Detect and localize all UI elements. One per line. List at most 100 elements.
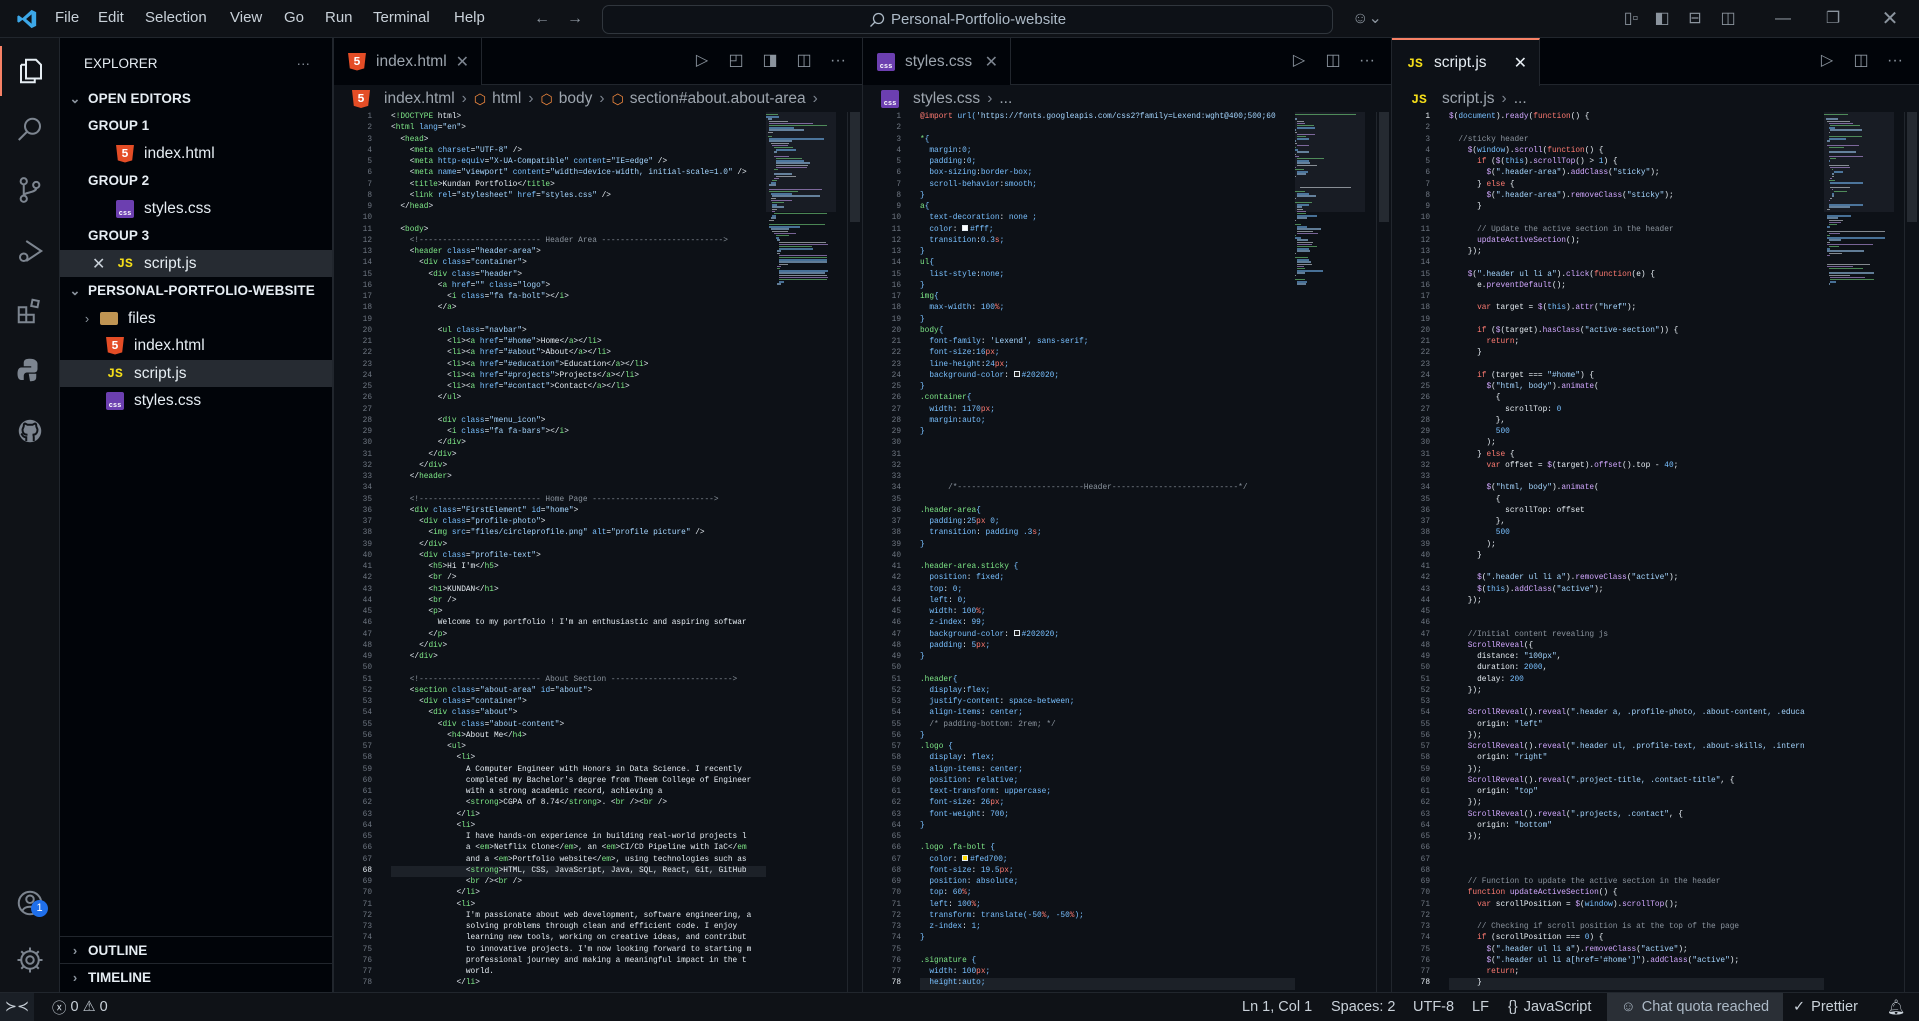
close-icon[interactable]: ✕ [92,254,116,274]
toggle-sidebar-icon[interactable]: ◧ [1652,9,1672,29]
search-view-icon[interactable] [0,105,60,155]
extensions-icon[interactable] [0,286,60,336]
more-actions-icon[interactable]: ··· [828,51,848,71]
code-line: scrollTop: offset [1449,506,1585,515]
breadcrumb-item[interactable]: styles.css [913,90,980,108]
minimap[interactable] [1824,112,1894,992]
minimap-line [1833,191,1848,193]
tree-item-script-js[interactable]: JS script.js [60,360,332,387]
line-number: 54 [1420,709,1430,718]
source-control-icon[interactable] [0,165,60,215]
breadcrumb-item[interactable]: script.js [1442,90,1495,108]
tab-html[interactable]: 5 index.html ✕ [334,38,482,85]
menu-go[interactable]: Go [284,9,304,26]
timeline-section[interactable]: › TIMELINE [60,963,332,990]
restore-icon[interactable]: ❐ [1823,9,1843,29]
project-folder-section[interactable]: ⌄ PERSONAL-PORTFOLIO-WEBSITE [60,277,332,304]
vertical-scrollbar[interactable] [1904,112,1918,992]
forward-arrow-icon[interactable]: → [565,9,585,29]
more-actions-icon[interactable]: ··· [1357,51,1377,71]
cursor-position[interactable]: Ln 1, Col 1 [1242,993,1312,1021]
command-center-search[interactable]: Personal-Portfolio-website [602,5,1333,34]
code-line: position: relative; [929,776,1019,785]
outline-section[interactable]: › OUTLINE [60,936,332,963]
breadcrumb-item[interactable]: index.html [384,90,455,108]
vertical-scrollbar[interactable] [1376,112,1390,992]
toggle-secondary-sidebar-icon[interactable]: ◫ [1718,9,1738,29]
breadcrumb-item[interactable]: ... [1514,90,1527,108]
more-actions-icon[interactable]: ··· [1885,51,1905,71]
tab-js[interactable]: JS script.js ✕ [1392,38,1540,86]
menu-selection[interactable]: Selection [145,9,207,26]
problems-indicator[interactable]: ⓧ 0 ⚠ 0 [52,993,108,1021]
minimize-icon[interactable]: — [1773,9,1793,29]
line-number: 57 [891,743,901,751]
settings-gear-icon[interactable] [0,935,60,985]
toggle-panel-icon[interactable]: ⊟ [1685,9,1705,29]
end-of-line[interactable]: LF [1472,993,1489,1021]
tree-item-styles-css[interactable]: css styles.css [60,387,332,414]
copilot-icon[interactable]: ☺⌄ [1350,9,1384,29]
close-icon[interactable]: ✕ [985,52,998,72]
customize-layout-icon[interactable]: ▯▫ [1621,9,1641,29]
open-editor-script-js[interactable]: ✕ JS script.js [60,250,332,277]
indentation[interactable]: Spaces: 2 [1331,993,1396,1021]
scrollbar-thumb[interactable] [1379,112,1389,222]
run-debug-icon[interactable] [0,226,60,276]
minimap[interactable] [1295,112,1365,992]
run-icon[interactable]: ▷ [1817,51,1837,71]
minimap[interactable] [766,112,836,992]
more-actions-icon[interactable]: ··· [297,56,311,71]
breadcrumb-item[interactable]: body [559,90,593,108]
tree-item-index-html[interactable]: 5 index.html [60,332,332,359]
split-editor-icon[interactable]: ◫ [1851,51,1871,71]
github-icon[interactable] [0,406,60,456]
breadcrumb-item[interactable]: ... [999,90,1012,108]
open-editors-section[interactable]: ⌄ OPEN EDITORS [60,85,332,112]
line-number: 39 [891,540,901,549]
breadcrumb-item[interactable]: section#about.about-area [630,90,806,108]
close-icon[interactable]: ✕ [1514,53,1527,73]
minimap-line [1296,239,1308,241]
prettier-status[interactable]: ✓ Prettier [1793,993,1858,1021]
encoding[interactable]: UTF-8 [1413,993,1454,1021]
scrollbar-thumb[interactable] [850,112,860,222]
code-editor[interactable]: 1 @import url('https://fonts.googleapis.c… [863,112,1295,992]
vertical-scrollbar[interactable] [847,112,861,992]
code-editor[interactable]: 1 $(document).ready(function() {2 3 //stic… [1392,112,1824,992]
open-editor-styles-css[interactable]: css styles.css [60,195,332,222]
scrollbar-thumb[interactable] [1907,112,1917,222]
explorer-icon[interactable] [0,46,60,96]
tree-item-files[interactable]: › files [60,305,332,332]
accounts-icon[interactable] [0,878,60,928]
remote-indicator-icon[interactable]: ≻≺ [0,993,34,1021]
breadcrumb-item[interactable]: html [492,90,521,108]
menu-view[interactable]: View [230,9,262,26]
notifications-bell-icon[interactable]: 🔔︎ [1887,993,1905,1021]
code-line: margin:0; [929,146,972,155]
menu-edit[interactable]: Edit [98,9,124,26]
menu-terminal[interactable]: Terminal [373,9,430,26]
close-icon[interactable]: ✕ [456,52,469,72]
code-editor[interactable]: 1 <!DOCTYPE html> 2 <html lang="en"> 3 <head… [334,112,766,992]
language-label: JavaScript [1523,999,1592,1015]
split-editor-icon[interactable]: ◫ [1323,51,1343,71]
split-editor-icon[interactable]: ◫ [794,51,814,71]
chat-quota-status[interactable]: ☺ Chat quota reached [1607,993,1783,1021]
back-arrow-icon[interactable]: ← [532,9,552,29]
run-icon[interactable]: ▷ [1289,51,1309,71]
preview-side-icon[interactable]: ◨ [760,51,780,71]
language-mode[interactable]: {} JavaScript [1508,993,1591,1021]
python-icon[interactable] [0,345,60,395]
menu-run[interactable]: Run [325,9,353,26]
tab-css[interactable]: css styles.css ✕ [863,38,1011,85]
open-preview-icon[interactable]: ◰ [726,51,746,71]
css-file-icon: css [116,199,134,218]
code-line: margin:auto; [929,416,986,425]
menu-file[interactable]: File [55,9,79,26]
close-window-icon[interactable]: ✕ [1880,9,1900,29]
minimap-line [1828,283,1830,285]
open-editor-index-html[interactable]: 5 index.html [60,140,332,167]
run-icon[interactable]: ▷ [692,51,712,71]
menu-help[interactable]: Help [454,9,485,26]
